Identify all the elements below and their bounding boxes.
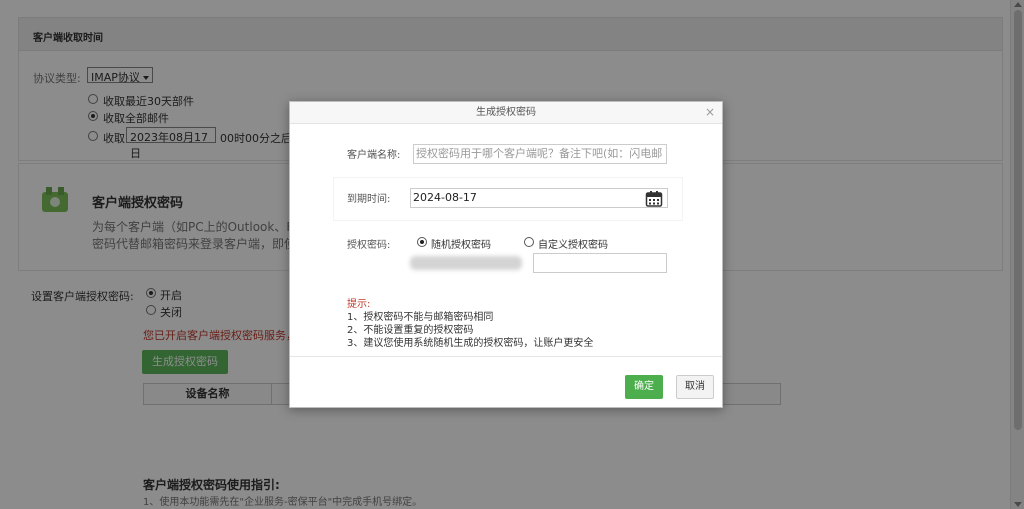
tip-1: 1、授权密码不能与邮箱密码相同 — [347, 312, 494, 323]
cancel-button[interactable]: 取消 — [676, 375, 714, 399]
dialog-title: 生成授权密码 × — [290, 102, 722, 124]
radio-custom-pwd[interactable] — [524, 237, 534, 247]
client-name-input[interactable]: 授权密码用于哪个客户端呢？备注下吧(如：闪电邮 — [413, 144, 667, 164]
dialog-title-text: 生成授权密码 — [476, 107, 536, 118]
client-name-label: 客户端名称: — [347, 150, 401, 161]
expire-date-input[interactable]: 2024-08-17 — [410, 188, 668, 208]
radio-random-pwd[interactable] — [417, 237, 427, 247]
generated-password-blurred — [410, 256, 522, 270]
tip-3: 3、建议您使用系统随机生成的授权密码，让账户更安全 — [347, 338, 594, 349]
custom-option-label: 自定义授权密码 — [538, 240, 608, 251]
auth-pwd-label: 授权密码: — [347, 240, 391, 251]
tip-2: 2、不能设置重复的授权密码 — [347, 325, 474, 336]
dialog-footer-divider — [290, 356, 722, 357]
generate-auth-dialog: 生成授权密码 × 客户端名称: 授权密码用于哪个客户端呢？备注下吧(如：闪电邮 … — [289, 101, 723, 408]
calendar-icon[interactable] — [645, 190, 663, 208]
custom-password-input[interactable] — [533, 253, 667, 273]
ok-button[interactable]: 确定 — [625, 375, 663, 399]
tips-block: 提示: 1、授权密码不能与邮箱密码相同 2、不能设置重复的授权密码 3、建议您使… — [347, 298, 593, 350]
tips-title: 提示: — [347, 299, 371, 310]
expire-date-value: 2024-08-17 — [413, 191, 477, 204]
random-option-label: 随机授权密码 — [431, 240, 491, 251]
expire-label: 到期时间: — [347, 194, 391, 205]
close-icon[interactable]: × — [705, 106, 715, 118]
